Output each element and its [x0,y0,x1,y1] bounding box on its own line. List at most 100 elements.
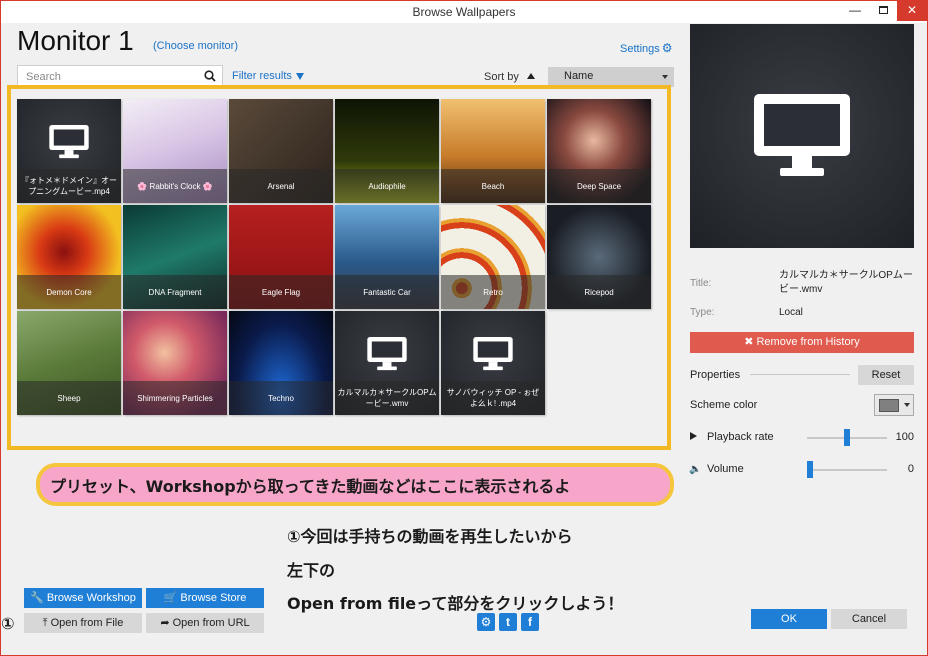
wallpaper-title: Techno [229,381,333,415]
upload-icon: ⤒ [42,617,48,629]
wallpaper-tile[interactable]: Audiophile [335,99,439,203]
wrench-icon: 🔧 [30,592,44,604]
wallpaper-tile[interactable]: Techno [229,311,333,415]
wallpaper-title: サノバウィッチ OP - ぉぜよ么ｋ! .mp4 [441,381,545,415]
wallpaper-title: 🌸 Rabbit's Clock 🌸 [123,169,227,203]
facebook-icon[interactable]: f [521,613,539,631]
window-title: Browse Wallpapers [412,5,516,19]
monitor-icon [754,94,850,176]
sort-ascending-icon[interactable] [526,73,535,79]
type-value: Local [779,307,803,318]
maximize-icon [878,6,888,14]
annotation-line-1: ①今回は手持ちの動画を再生したいから [287,527,573,546]
properties-label: Properties [690,369,741,381]
open-from-file-label: Open from File [50,617,124,629]
open-from-url-button[interactable]: ➦ Open from URL [146,613,264,633]
sort-select-value: Name [564,70,594,82]
minimize-button[interactable]: — [841,1,869,21]
wallpaper-tile[interactable]: Fantastic Car [335,205,439,309]
wallpaper-tile[interactable]: 🌸 Rabbit's Clock 🌸 [123,99,227,203]
playback-rate-value: 100 [895,431,914,443]
wallpaper-title: Sheep [17,381,121,415]
wallpaper-title: Retro [441,275,545,309]
wallpaper-title: Beach [441,169,545,203]
maximize-button[interactable] [869,1,897,21]
wallpaper-tile[interactable]: Arsenal [229,99,333,203]
wallpaper-title: カルマルカ＊サークルOPムービー.wmv [335,381,439,415]
remove-from-history-button[interactable]: ✖ Remove from History [690,332,914,353]
ok-button[interactable]: OK [751,609,827,629]
steam-icon[interactable]: ⚙ [477,613,495,631]
wallpaper-title: 『ォトメ＊ドメイン』オープニングムービー.mp4 [17,169,121,203]
chevron-down-icon [662,75,668,79]
wallpaper-tile[interactable]: DNA Fragment [123,205,227,309]
volume-icon: 🔈 [689,464,702,475]
playback-rate-label: Playback rate [707,431,774,443]
browse-wallpapers-window: Browse Wallpapers — ✕ Monitor 1 (Choose … [0,0,928,656]
filter-results-link[interactable]: Filter results [232,70,304,82]
volume-value: 0 [907,463,914,475]
annotation-marker: ① [1,614,15,633]
wallpaper-title: Demon Core [17,275,121,309]
wallpaper-tile[interactable]: 『ォトメ＊ドメイン』オープニングムービー.mp4 [17,99,121,203]
wallpaper-tile[interactable]: Retro [441,205,545,309]
wallpaper-title: DNA Fragment [123,275,227,309]
browse-workshop-button[interactable]: 🔧 Browse Workshop [24,588,142,608]
browse-store-label: Browse Store [180,592,247,604]
close-button[interactable]: ✕ [897,1,927,21]
title-bar: Browse Wallpapers — ✕ [1,1,927,23]
chevron-down-icon [904,403,910,407]
wallpaper-title: Shimmering Particles [123,381,227,415]
wallpaper-tile[interactable]: Eagle Flag [229,205,333,309]
reset-button[interactable]: Reset [858,365,914,385]
wallpaper-tile[interactable]: Ricepod [547,205,651,309]
gear-icon: ⚙ [661,41,673,55]
open-from-file-button[interactable]: ⤒ Open from File [24,613,142,633]
search-icon[interactable] [204,70,216,82]
choose-monitor-link[interactable]: (Choose monitor) [153,40,238,52]
wallpaper-tile[interactable]: Sheep [17,311,121,415]
page-title: Monitor 1 [17,25,134,56]
scheme-color-label: Scheme color [690,399,758,411]
settings-link[interactable]: Settings ⚙ [620,41,673,55]
wallpaper-title: Eagle Flag [229,275,333,309]
properties-divider [750,374,850,375]
wallpaper-tile[interactable]: Beach [441,99,545,203]
volume-label: Volume [707,463,744,475]
sort-select[interactable]: Name [548,67,674,87]
wallpaper-title: Arsenal [229,169,333,203]
twitter-icon[interactable]: t [499,613,517,631]
cart-icon: 🛒 [163,592,178,604]
wallpaper-tile[interactable]: Deep Space [547,99,651,203]
wallpaper-title: Audiophile [335,169,439,203]
wallpaper-preview [690,24,914,248]
wallpaper-title: Fantastic Car [335,275,439,309]
title-label: Title: [690,278,712,289]
filter-label: Filter results [232,70,292,82]
annotation-banner-text: プリセット、Workshopから取ってきた動画などはここに表示されるよ [50,476,571,496]
wallpaper-title: Deep Space [547,169,651,203]
sort-by-label: Sort by [484,71,519,83]
browse-store-button[interactable]: 🛒 Browse Store [146,588,264,608]
settings-label: Settings [620,43,660,55]
sort-by[interactable]: Sort by [484,71,535,83]
annotation-line-3: Open from fileって部分をクリックしよう！ [287,594,624,613]
annotation-line-2: 左下の [287,561,336,580]
annotation-banner: プリセット、Workshopから取ってきた動画などはここに表示されるよ [36,463,674,506]
wallpaper-tile[interactable]: Demon Core [17,205,121,309]
wallpaper-title: Ricepod [547,275,651,309]
volume-track[interactable] [807,469,887,471]
volume-slider[interactable] [807,461,813,478]
wallpaper-tile[interactable]: サノバウィッチ OP - ぉぜよ么ｋ! .mp4 [441,311,545,415]
funnel-icon [295,72,304,80]
wallpaper-tile[interactable]: カルマルカ＊サークルOPムービー.wmv [335,311,439,415]
title-value: カルマルカ＊サークルOPムービー.wmv [779,270,913,295]
cancel-button[interactable]: Cancel [831,609,907,629]
scheme-color-swatch [879,399,899,412]
wallpaper-tile[interactable]: Shimmering Particles [123,311,227,415]
scheme-color-picker[interactable] [874,394,914,416]
open-from-url-label: Open from URL [172,617,250,629]
playback-rate-slider[interactable] [844,429,850,446]
type-label: Type: [690,307,715,318]
play-icon [690,432,697,440]
